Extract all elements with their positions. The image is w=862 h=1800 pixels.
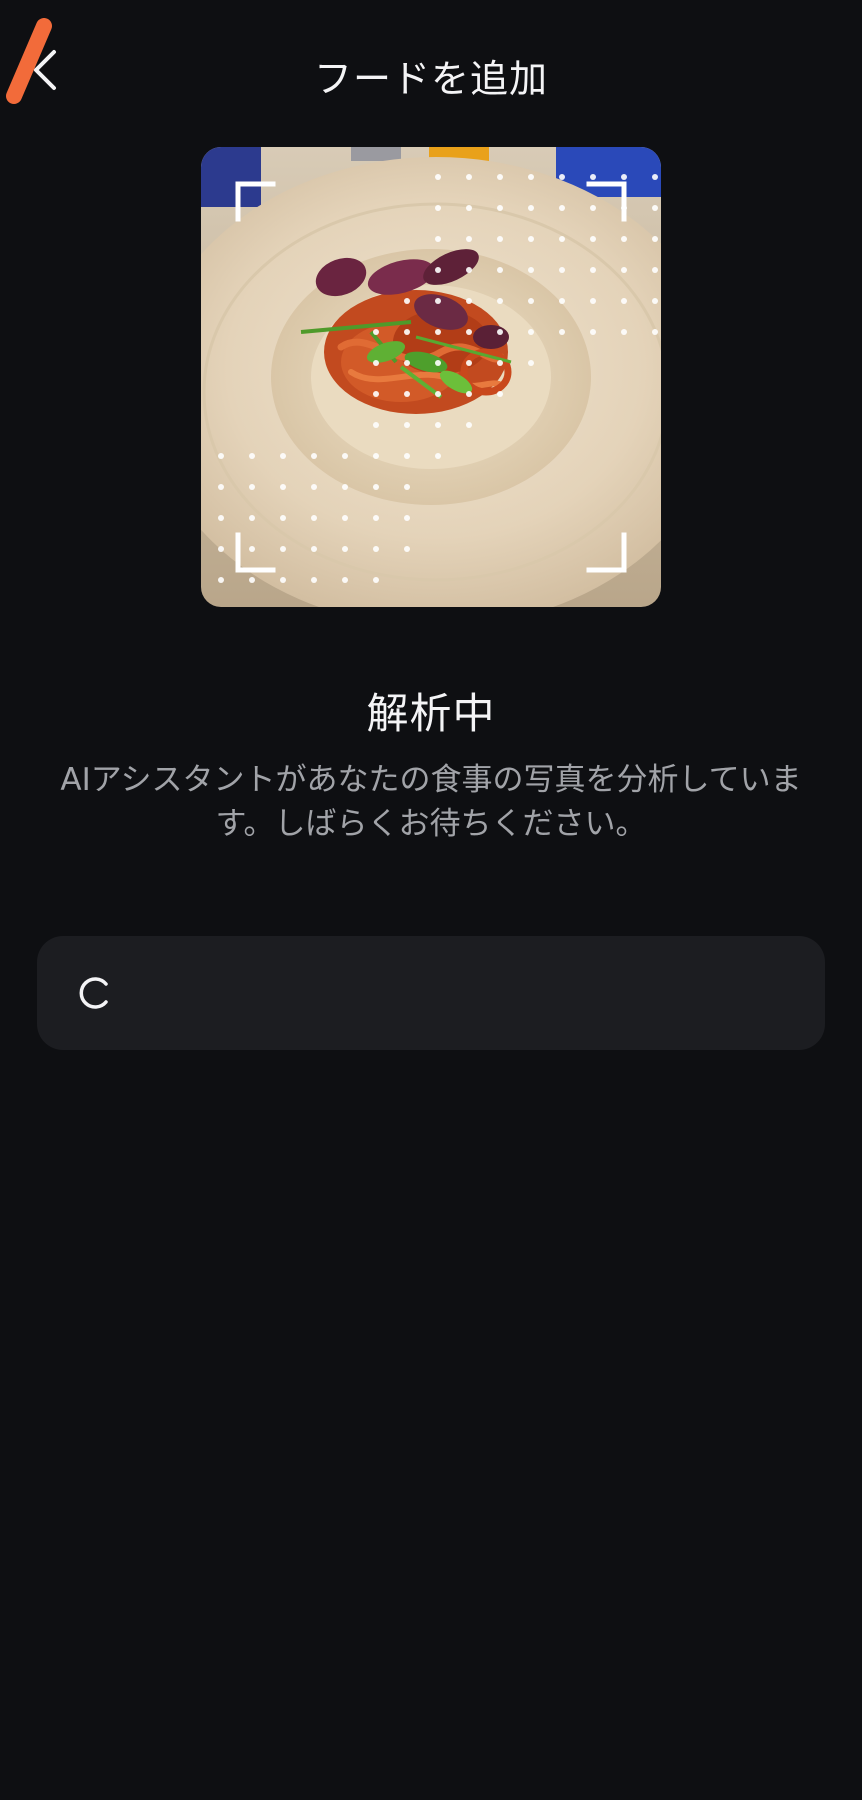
header: フードを追加 xyxy=(0,0,862,140)
status-title: 解析中 xyxy=(366,689,496,738)
status-description: AIアシスタントがあなたの食事の写真を分析しています。しばらくお待ちください。 xyxy=(60,762,802,842)
page-title: フードを追加 xyxy=(313,57,548,101)
loading-spinner-icon xyxy=(79,977,108,1009)
food-photo xyxy=(201,147,661,607)
result-card xyxy=(37,936,825,1050)
